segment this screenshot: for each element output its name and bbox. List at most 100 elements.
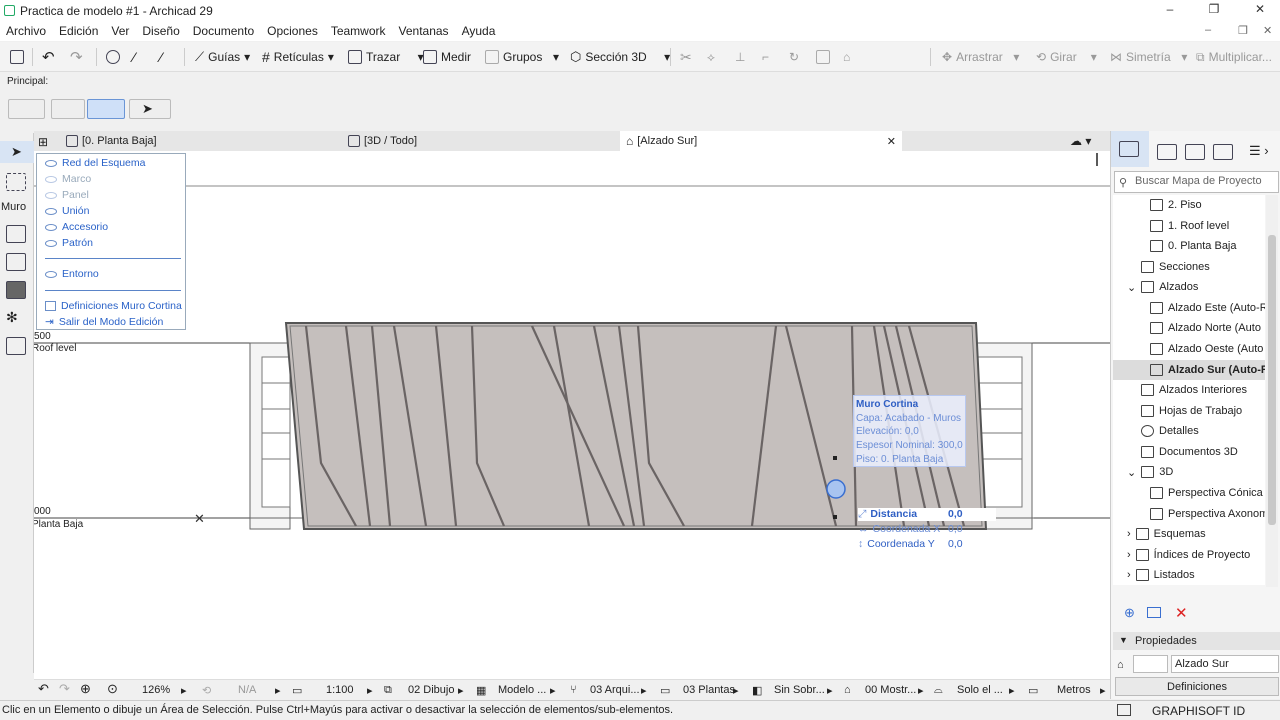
find-select-icon[interactable] [106, 48, 120, 66]
simetria-button[interactable]: ⋈ Simetría ▾ [1110, 48, 1187, 66]
minimize-button[interactable]: – [1155, 2, 1185, 16]
edit-mode-button[interactable] [87, 99, 125, 119]
layer-combination[interactable]: 02 Dibujo [408, 684, 454, 696]
pen-arrow-icon[interactable]: ▸ [641, 684, 647, 697]
chevron-right-icon[interactable]: › [1127, 569, 1131, 581]
structure-display[interactable]: Solo el ... [957, 684, 1003, 696]
fit-zoom-icon[interactable]: ⊙ [107, 681, 118, 697]
undo-view-icon[interactable]: ↶ [38, 681, 49, 697]
tree-item[interactable]: Secciones [1141, 257, 1210, 277]
chevron-right-icon[interactable]: › [1127, 549, 1131, 561]
grupos-button[interactable]: Grupos ▾ [485, 48, 559, 66]
tree-item[interactable]: ⌄ Alzados [1127, 277, 1198, 297]
view-map-icon[interactable] [1157, 144, 1177, 160]
guias-button[interactable]: ⟋ Guías ▾ [195, 48, 250, 66]
restore-button[interactable]: ❐ [1199, 2, 1229, 16]
renovation-filter[interactable]: 00 Mostr... [865, 684, 916, 696]
tree-item[interactable]: ⌄ 3D [1127, 462, 1173, 482]
doc-restore-button[interactable]: ❐ [1238, 24, 1248, 37]
reticulas-button[interactable]: # Retículas ▾ [262, 48, 334, 66]
popup-item-union[interactable]: Unión [45, 205, 89, 217]
tab-close-icon[interactable]: ✕ [887, 135, 896, 148]
tracker-distancia[interactable]: ⤢ Distancia 0,0 [858, 508, 996, 521]
seccion3d-button[interactable]: ⬡ Sección 3D ▾ [570, 48, 670, 66]
tab-overview-icon[interactable]: ⊞ [38, 135, 48, 149]
properties-header[interactable]: ▼ Propiedades [1113, 632, 1280, 650]
medir-button[interactable]: Medir [423, 48, 471, 66]
chevron-down-icon[interactable]: ⌄ [1127, 281, 1136, 294]
tab-menu-icon[interactable]: ☁ ▾ [1070, 134, 1091, 148]
override-arrow-icon[interactable]: ▸ [827, 684, 833, 697]
tree-item[interactable]: › Listados [1127, 565, 1195, 585]
navigator-menu-icon[interactable]: ☰ › [1249, 143, 1269, 159]
tree-item[interactable]: Alzado Norte (Auto [1150, 318, 1261, 338]
layout-icon[interactable] [1117, 704, 1131, 716]
tab-planta-baja[interactable]: [0. Planta Baja] [60, 131, 342, 151]
inject-icon[interactable]: ⁄ [160, 48, 162, 66]
popup-item-red-esquema[interactable]: Red del Esquema [45, 157, 145, 169]
split-icon[interactable]: ✂ [680, 48, 692, 66]
home-icon[interactable] [10, 48, 24, 66]
menu-ayuda[interactable]: Ayuda [462, 24, 496, 38]
popup-item-patron[interactable]: Patrón [45, 237, 93, 249]
graphisoft-id-link[interactable]: GRAPHISOFT ID [1152, 704, 1245, 718]
zoom-level[interactable]: 126% [142, 684, 170, 696]
popup-item-accesorio[interactable]: Accesorio [45, 221, 108, 233]
renovation-arrow-icon[interactable]: ▸ [918, 684, 924, 697]
tree-item[interactable]: 0. Planta Baja [1150, 236, 1237, 256]
scale-value[interactable]: 1:100 [326, 684, 354, 696]
tree-item[interactable]: Hojas de Trabajo [1141, 401, 1242, 421]
arrow-tool[interactable]: ➤ [0, 141, 34, 163]
zoom-arrow-icon[interactable]: ▸ [181, 684, 187, 697]
tab-3d-todo[interactable]: [3D / Todo] [342, 131, 620, 151]
accessory-tool-icon[interactable] [6, 337, 26, 355]
redo-icon[interactable]: ↷ [70, 48, 83, 66]
chevron-right-icon[interactable]: › [1127, 528, 1131, 540]
frame-tool-icon[interactable] [6, 253, 26, 271]
search-input[interactable]: Buscar Mapa de Proyecto [1114, 171, 1279, 193]
popup-item-salir[interactable]: ⇥ Salir del Modo Edición [45, 316, 163, 328]
roof-icon[interactable]: ⌂ [843, 48, 850, 66]
pick-up-icon[interactable]: ⁄ [133, 48, 135, 66]
na-arrow-icon[interactable]: ▸ [275, 684, 281, 697]
view-id-input[interactable] [1133, 655, 1168, 673]
dimension-standard[interactable]: 03 Plantas [683, 684, 735, 696]
close-window-button[interactable]: ✕ [1245, 2, 1275, 16]
units-arrow-icon[interactable]: ▸ [1100, 684, 1106, 697]
popup-item-panel[interactable]: Panel [45, 189, 89, 201]
tree-item[interactable]: 1. Roof level [1150, 216, 1229, 236]
units-value[interactable]: Metros [1057, 684, 1091, 696]
dimension-arrow-icon[interactable]: ▸ [733, 684, 739, 697]
trazar-button[interactable]: Trazar ▾ [348, 48, 424, 66]
model-arrow-icon[interactable]: ▸ [550, 684, 556, 697]
adjust-icon[interactable]: ⟡ [707, 48, 715, 66]
tracker-coordenada-y[interactable]: ↕ Coordenada Y 0,0 [858, 538, 963, 550]
definiciones-button[interactable]: Definiciones [1115, 677, 1279, 696]
junction-tool-icon[interactable]: ✻ [6, 309, 26, 327]
tree-item[interactable]: Perspectiva Axonom [1150, 504, 1265, 524]
layout-book-icon[interactable] [1185, 144, 1205, 160]
offset-icon[interactable]: ⌐ [762, 48, 769, 66]
layer-arrow-icon[interactable]: ▸ [458, 684, 464, 697]
popup-item-definiciones[interactable]: Definiciones Muro Cortina [45, 300, 182, 312]
tree-item[interactable]: › Índices de Proyecto [1127, 545, 1250, 565]
tree-item-selected[interactable]: Alzado Sur (Auto-R [1113, 360, 1265, 380]
popup-item-entorno[interactable]: Entorno [45, 268, 99, 280]
tree-item[interactable]: 2. Piso [1150, 195, 1202, 215]
popup-item-marco[interactable]: Marco [45, 173, 91, 185]
marquee-tool-icon[interactable] [6, 173, 26, 191]
menu-edicion[interactable]: Edición [59, 24, 98, 38]
pen-set[interactable]: 03 Arqui... [590, 684, 640, 696]
menu-opciones[interactable]: Opciones [267, 24, 318, 38]
menu-ventanas[interactable]: Ventanas [399, 24, 449, 38]
publisher-icon[interactable] [1213, 144, 1233, 160]
tree-item[interactable]: Documentos 3D [1141, 442, 1238, 462]
panel-tool-icon[interactable] [6, 281, 26, 299]
view-name-input[interactable]: Alzado Sur [1171, 655, 1279, 673]
project-map-tab[interactable] [1111, 131, 1149, 167]
undo-icon[interactable]: ↶ [42, 48, 55, 66]
intersect-icon[interactable] [816, 48, 830, 66]
menu-archivo[interactable]: Archivo [6, 24, 46, 38]
tab-alzado-sur[interactable]: ⌂ [Alzado Sur] ✕ [620, 131, 902, 151]
add-circle-icon[interactable]: ⊕ [1124, 605, 1135, 621]
